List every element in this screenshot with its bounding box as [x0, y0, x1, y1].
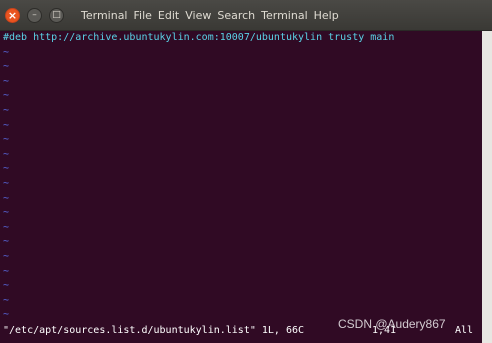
- tilde-line: ~: [3, 294, 10, 306]
- scrollbar[interactable]: [482, 31, 492, 343]
- sources-line: #deb http://archive.ubuntukylin.com:1000…: [3, 32, 395, 43]
- tilde-line: ~: [3, 236, 10, 248]
- tilde-line: ~: [3, 119, 10, 131]
- maximize-button[interactable]: □: [49, 7, 64, 23]
- empty-lines: ~ ~ ~ ~ ~ ~ ~ ~ ~ ~ ~ ~ ~ ~ ~ ~ ~ ~ ~: [0, 46, 482, 323]
- tilde-line: ~: [3, 280, 10, 292]
- watermark: CSDN @Audery867: [338, 317, 446, 331]
- tilde-line: ~: [3, 134, 10, 146]
- tilde-line: ~: [3, 163, 10, 175]
- tilde-line: ~: [3, 250, 10, 262]
- tilde-line: ~: [3, 207, 10, 219]
- tilde-line: ~: [3, 265, 10, 277]
- menu-search[interactable]: Search: [214, 9, 258, 22]
- close-button[interactable]: ×: [5, 7, 20, 23]
- menu-bar: Terminal File Edit View Search Terminal …: [78, 9, 342, 22]
- terminal-window: × – □ Terminal File Edit View Search Ter…: [0, 0, 492, 343]
- tilde-line: ~: [3, 61, 10, 73]
- tilde-line: ~: [3, 192, 10, 204]
- minimize-button[interactable]: –: [27, 7, 42, 23]
- vim-buffer[interactable]: #deb http://archive.ubuntukylin.com:1000…: [0, 31, 482, 339]
- status-file-info: "/etc/apt/sources.list.d/ubuntukylin.lis…: [3, 325, 305, 336]
- menu-file[interactable]: File: [131, 9, 155, 22]
- menu-help[interactable]: Help: [311, 9, 342, 22]
- menu-edit[interactable]: Edit: [155, 9, 182, 22]
- tilde-line: ~: [3, 177, 10, 189]
- menu-terminal[interactable]: Terminal: [258, 9, 311, 22]
- tilde-line: ~: [3, 46, 10, 58]
- tilde-line: ~: [3, 148, 10, 160]
- tilde-line: ~: [3, 75, 10, 87]
- menu-terminal-title: Terminal: [81, 8, 128, 22]
- title-bar: × – □ Terminal File Edit View Search Ter…: [0, 0, 492, 31]
- tilde-line: ~: [3, 104, 10, 116]
- tilde-line: ~: [3, 221, 10, 233]
- menu-view[interactable]: View: [182, 9, 214, 22]
- status-view-position: All: [455, 325, 474, 336]
- tilde-line: ~: [3, 90, 10, 102]
